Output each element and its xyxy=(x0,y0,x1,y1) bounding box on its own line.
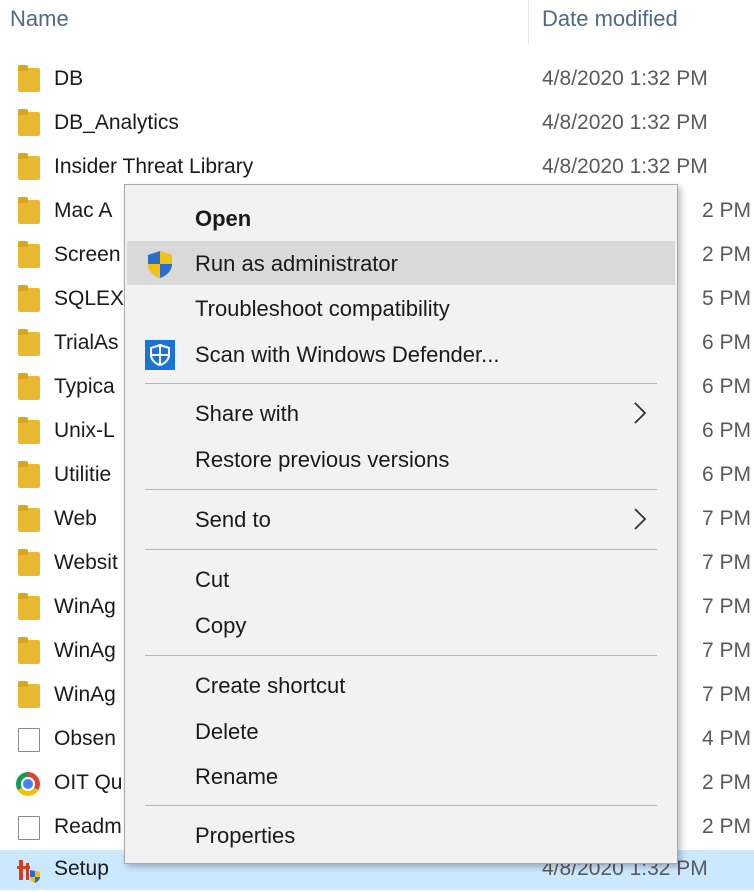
menu-item-run-as-administrator[interactable]: Run as administrator xyxy=(127,241,675,285)
file-row[interactable]: Insider Threat Library 4/8/2020 1:32 PM xyxy=(0,148,754,188)
file-name: SQLEX xyxy=(54,287,125,310)
file-name: Screen xyxy=(54,243,121,266)
menu-separator xyxy=(145,805,657,806)
folder-icon xyxy=(18,373,40,400)
menu-separator xyxy=(145,655,657,656)
file-name: Websit xyxy=(54,551,118,574)
file-name: WinAg xyxy=(54,639,116,662)
file-name: Setup xyxy=(54,857,109,880)
chrome-icon xyxy=(16,772,40,796)
file-row[interactable]: DB_Analytics 4/8/2020 1:32 PM xyxy=(0,104,754,144)
folder-icon xyxy=(18,285,40,312)
document-icon xyxy=(18,816,40,840)
file-date: 6 PM xyxy=(702,375,752,398)
file-row[interactable]: DB 4/8/2020 1:32 PM xyxy=(0,60,754,100)
folder-icon xyxy=(18,681,40,708)
file-name: OIT Qu xyxy=(54,771,123,794)
menu-item-label: Restore previous versions xyxy=(195,447,450,472)
file-name: Mac A xyxy=(54,199,113,222)
menu-item-scan-windows-defender[interactable]: Scan with Windows Defender... xyxy=(127,332,675,376)
file-date: 2 PM xyxy=(702,771,752,794)
menu-item-delete[interactable]: Delete xyxy=(127,709,675,753)
file-name: Insider Threat Library xyxy=(54,155,254,178)
column-date-modified-header[interactable]: Date modified xyxy=(542,6,678,32)
menu-item-label: Send to xyxy=(195,507,271,532)
chevron-right-icon xyxy=(629,401,651,425)
menu-item-label: Rename xyxy=(195,764,279,789)
menu-item-label: Copy xyxy=(195,613,247,638)
file-name: Typica xyxy=(54,375,115,398)
file-date: 6 PM xyxy=(702,331,752,354)
folder-icon xyxy=(18,549,40,576)
menu-item-create-shortcut[interactable]: Create shortcut xyxy=(127,663,675,707)
menu-item-send-to[interactable]: Send to xyxy=(127,497,675,541)
file-date: 7 PM xyxy=(702,551,752,574)
file-name: WinAg xyxy=(54,595,116,618)
file-date: 2 PM xyxy=(702,243,752,266)
file-name: Obsen xyxy=(54,727,116,750)
context-menu: Open Run as administrator Troubleshoot c… xyxy=(124,184,678,864)
folder-icon xyxy=(18,241,40,268)
file-date: 4/8/2020 1:32 PM xyxy=(542,111,708,134)
file-date: 2 PM xyxy=(702,815,752,838)
windows-defender-icon xyxy=(145,340,175,370)
file-name: DB xyxy=(54,67,84,90)
setup-installer-icon xyxy=(16,858,42,883)
menu-item-label: Create shortcut xyxy=(195,673,346,698)
folder-icon xyxy=(18,109,40,136)
uac-shield-icon xyxy=(145,249,175,279)
file-date: 7 PM xyxy=(702,595,752,618)
file-date: 6 PM xyxy=(702,419,752,442)
menu-item-troubleshoot-compatibility[interactable]: Troubleshoot compatibility xyxy=(127,286,675,330)
file-name: Unix-L xyxy=(54,419,115,442)
menu-item-label: Properties xyxy=(195,823,296,848)
menu-item-label: Cut xyxy=(195,567,230,592)
file-name: TrialAs xyxy=(54,331,119,354)
menu-item-restore-previous-versions[interactable]: Restore previous versions xyxy=(127,437,675,481)
menu-item-open[interactable]: Open xyxy=(127,196,675,240)
file-date: 7 PM xyxy=(702,639,752,662)
folder-icon xyxy=(18,153,40,180)
column-header: Name Date modified xyxy=(0,0,754,46)
column-divider[interactable] xyxy=(528,0,529,44)
menu-item-properties[interactable]: Properties xyxy=(127,813,675,857)
document-icon xyxy=(18,728,40,752)
file-date: 7 PM xyxy=(702,683,752,706)
menu-item-rename[interactable]: Rename xyxy=(127,754,675,798)
menu-separator xyxy=(145,489,657,490)
file-date: 2 PM xyxy=(702,199,752,222)
file-date: 4/8/2020 1:32 PM xyxy=(542,155,708,178)
menu-item-label: Delete xyxy=(195,719,259,744)
folder-icon xyxy=(18,329,40,356)
file-date: 5 PM xyxy=(702,287,752,310)
menu-separator xyxy=(145,383,657,384)
file-name: Utilitie xyxy=(54,463,112,486)
menu-item-label: Scan with Windows Defender... xyxy=(195,342,500,367)
folder-icon xyxy=(18,417,40,444)
file-date: 7 PM xyxy=(702,507,752,530)
folder-icon xyxy=(18,505,40,532)
menu-item-copy[interactable]: Copy xyxy=(127,603,675,647)
menu-item-label: Share with xyxy=(195,401,299,426)
file-name: Web xyxy=(54,507,97,530)
menu-item-cut[interactable]: Cut xyxy=(127,557,675,601)
folder-icon xyxy=(18,461,40,488)
folder-icon xyxy=(18,65,40,92)
folder-icon xyxy=(18,593,40,620)
menu-item-share-with[interactable]: Share with xyxy=(127,391,675,435)
file-date: 4 PM xyxy=(702,727,752,750)
file-date: 6 PM xyxy=(702,463,752,486)
menu-item-label: Open xyxy=(195,206,252,231)
column-name-header[interactable]: Name xyxy=(10,6,69,32)
chevron-right-icon xyxy=(629,507,651,531)
folder-icon xyxy=(18,637,40,664)
file-name: Readm xyxy=(54,815,122,838)
file-name: WinAg xyxy=(54,683,116,706)
menu-item-label: Troubleshoot compatibility xyxy=(195,296,450,321)
file-name: DB_Analytics xyxy=(54,111,179,134)
menu-separator xyxy=(145,549,657,550)
folder-icon xyxy=(18,197,40,224)
file-date: 4/8/2020 1:32 PM xyxy=(542,67,708,90)
menu-item-label: Run as administrator xyxy=(195,251,398,276)
